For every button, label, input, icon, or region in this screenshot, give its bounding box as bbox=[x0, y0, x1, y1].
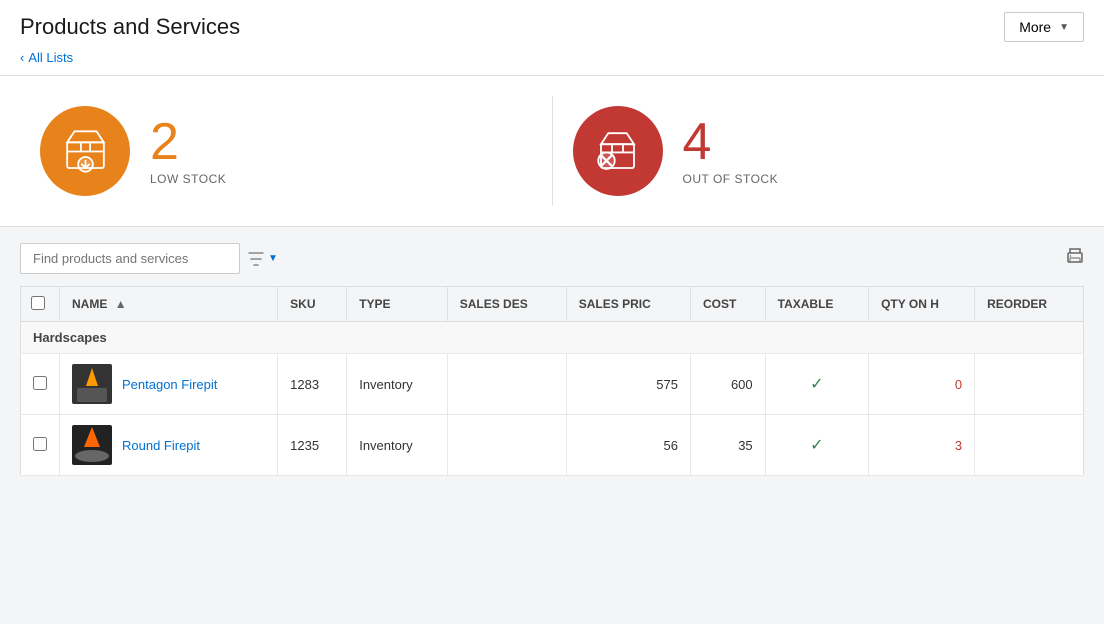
row-sku-cell: 1283 bbox=[278, 354, 347, 415]
toolbar-section: ▼ bbox=[0, 227, 1104, 286]
out-of-stock-icon-circle bbox=[573, 106, 663, 196]
toolbar: ▼ bbox=[20, 243, 1084, 286]
group-row-hardscapes: Hardscapes bbox=[21, 322, 1084, 354]
sort-arrow-icon: ▲ bbox=[115, 297, 127, 311]
filter-chevron-icon: ▼ bbox=[268, 253, 278, 264]
select-all-checkbox[interactable] bbox=[31, 296, 45, 310]
row-checkbox-cell bbox=[21, 354, 60, 415]
th-qty-on-hand[interactable]: QTY ON H bbox=[869, 287, 975, 322]
th-name[interactable]: NAME ▲ bbox=[60, 287, 278, 322]
qty-value: 3 bbox=[955, 438, 962, 453]
table-header-row: NAME ▲ SKU TYPE SALES DES SALES PRIC COS… bbox=[21, 287, 1084, 322]
stats-section: 2 LOW STOCK 4 OUT OF STOCK bbox=[0, 76, 1104, 227]
out-of-stock-label: OUT OF STOCK bbox=[683, 172, 779, 186]
qty-value: 0 bbox=[955, 377, 962, 392]
product-thumbnail bbox=[72, 364, 112, 404]
th-sales-desc[interactable]: SALES DES bbox=[447, 287, 566, 322]
row-qty-cell: 3 bbox=[869, 415, 975, 476]
row-type-cell: Inventory bbox=[347, 354, 447, 415]
th-taxable[interactable]: TAXABLE bbox=[765, 287, 868, 322]
row-sales-desc-cell bbox=[447, 354, 566, 415]
low-stock-label: LOW STOCK bbox=[150, 172, 226, 186]
th-sku[interactable]: SKU bbox=[278, 287, 347, 322]
chevron-down-icon: ▼ bbox=[1059, 22, 1069, 33]
product-name-link[interactable]: Pentagon Firepit bbox=[122, 377, 217, 392]
row-taxable-cell: ✓ bbox=[765, 415, 868, 476]
row-cost-cell: 35 bbox=[690, 415, 765, 476]
back-arrow-icon: ‹ bbox=[20, 50, 24, 65]
row-sales-desc-cell bbox=[447, 415, 566, 476]
th-type[interactable]: TYPE bbox=[347, 287, 447, 322]
page-header: Products and Services More ▼ ‹ All Lists bbox=[0, 0, 1104, 76]
table-row: Pentagon Firepit 1283 Inventory 575 600 … bbox=[21, 354, 1084, 415]
th-sales-price[interactable]: SALES PRIC bbox=[566, 287, 690, 322]
row-taxable-cell: ✓ bbox=[765, 354, 868, 415]
row-type-cell: Inventory bbox=[347, 415, 447, 476]
low-stock-count: 2 bbox=[150, 116, 226, 168]
more-button[interactable]: More ▼ bbox=[1004, 12, 1084, 42]
all-lists-link[interactable]: ‹ All Lists bbox=[20, 50, 1084, 75]
row-sales-price-cell: 575 bbox=[566, 354, 690, 415]
row-name-cell: Round Firepit bbox=[60, 415, 278, 476]
group-name: Hardscapes bbox=[21, 322, 1084, 354]
low-stock-info: 2 LOW STOCK bbox=[150, 116, 226, 186]
print-icon bbox=[1066, 247, 1084, 265]
row-sales-price-cell: 56 bbox=[566, 415, 690, 476]
products-table: NAME ▲ SKU TYPE SALES DES SALES PRIC COS… bbox=[20, 286, 1084, 476]
low-stock-box-icon bbox=[58, 124, 113, 179]
th-checkbox bbox=[21, 287, 60, 322]
row-qty-cell: 0 bbox=[869, 354, 975, 415]
row-checkbox[interactable] bbox=[33, 437, 47, 451]
product-name-link[interactable]: Round Firepit bbox=[122, 438, 200, 453]
more-label: More bbox=[1019, 19, 1051, 35]
all-lists-label: All Lists bbox=[28, 50, 73, 65]
th-reorder[interactable]: REORDER bbox=[975, 287, 1084, 322]
taxable-checkmark-icon: ✓ bbox=[810, 437, 823, 454]
filter-icon bbox=[248, 252, 264, 266]
table-section: NAME ▲ SKU TYPE SALES DES SALES PRIC COS… bbox=[0, 286, 1104, 496]
th-cost[interactable]: COST bbox=[690, 287, 765, 322]
row-reorder-cell bbox=[975, 415, 1084, 476]
row-reorder-cell bbox=[975, 354, 1084, 415]
low-stock-icon-circle bbox=[40, 106, 130, 196]
row-sku-cell: 1235 bbox=[278, 415, 347, 476]
row-cost-cell: 600 bbox=[690, 354, 765, 415]
row-name-cell: Pentagon Firepit bbox=[60, 354, 278, 415]
out-of-stock-box-icon bbox=[590, 124, 645, 179]
filter-button[interactable]: ▼ bbox=[248, 252, 278, 266]
row-checkbox-cell bbox=[21, 415, 60, 476]
low-stock-card[interactable]: 2 LOW STOCK bbox=[20, 96, 553, 206]
out-of-stock-count: 4 bbox=[683, 116, 779, 168]
page-title: Products and Services bbox=[20, 14, 240, 40]
product-thumbnail bbox=[72, 425, 112, 465]
print-button[interactable] bbox=[1066, 247, 1084, 270]
out-of-stock-info: 4 OUT OF STOCK bbox=[683, 116, 779, 186]
row-checkbox[interactable] bbox=[33, 376, 47, 390]
search-input[interactable] bbox=[20, 243, 240, 274]
out-of-stock-card[interactable]: 4 OUT OF STOCK bbox=[553, 96, 1085, 206]
table-row: Round Firepit 1235 Inventory 56 35 ✓ 3 bbox=[21, 415, 1084, 476]
taxable-checkmark-icon: ✓ bbox=[810, 376, 823, 393]
